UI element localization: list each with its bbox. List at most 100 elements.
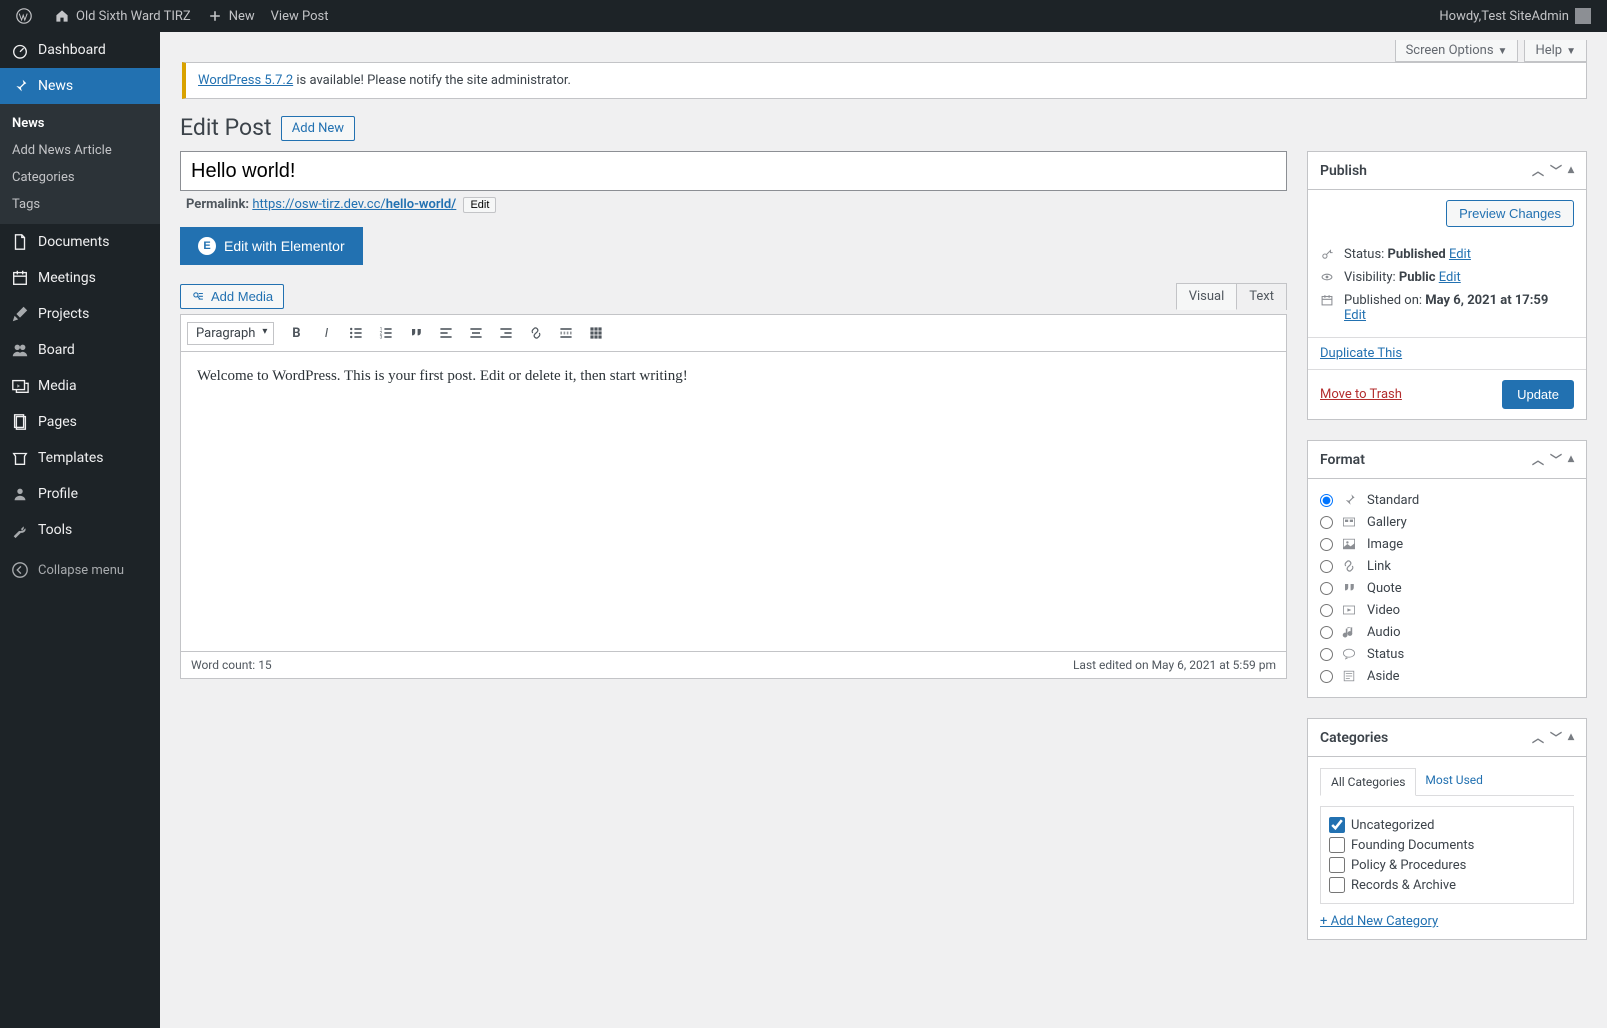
align-right-button[interactable] [492,319,520,347]
edit-with-elementor-button[interactable]: E Edit with Elementor [180,227,363,265]
update-link[interactable]: WordPress 5.7.2 [198,73,293,88]
site-name-link[interactable]: Old Sixth Ward TIRZ [46,0,199,32]
align-center-button[interactable] [462,319,490,347]
toolbar-toggle-button[interactable] [582,319,610,347]
add-media-button[interactable]: Add Media [180,284,284,309]
read-more-button[interactable] [552,319,580,347]
view-post-link[interactable]: View Post [263,0,337,32]
sidebar-item-meetings[interactable]: Meetings [0,260,160,296]
new-content-link[interactable]: New [199,0,263,32]
category-records-archive[interactable]: Records & Archive [1329,875,1565,895]
italic-button[interactable]: I [312,319,340,347]
sidebar-item-projects[interactable]: Projects [0,296,160,332]
format-metabox: Format ︿ ﹀ ▴ StandardGalleryImageLinkQuo… [1307,440,1587,698]
permalink-edit-button[interactable]: Edit [463,197,496,213]
sidebar-item-pages[interactable]: Pages [0,404,160,440]
collapse-menu[interactable]: Collapse menu [0,552,160,588]
sidebar-item-tools[interactable]: Tools [0,512,160,548]
sidebar-subitem-add-news-article[interactable]: Add News Article [0,137,160,164]
link-button[interactable] [522,319,550,347]
visibility-edit-link[interactable]: Edit [1439,270,1461,285]
permalink-row: Permalink: https://osw-tirz.dev.cc/hello… [186,197,1287,213]
categories-metabox: Categories ︿ ﹀ ▴ All Categories Most Use… [1307,718,1587,940]
sidebar-item-documents[interactable]: Documents [0,224,160,260]
date-edit-link[interactable]: Edit [1344,308,1366,323]
text-tab[interactable]: Text [1236,283,1287,310]
plus-icon [207,8,223,24]
format-option-audio[interactable]: Audio [1320,621,1574,643]
permalink-label: Permalink: [186,197,249,212]
sidebar-subitem-categories[interactable]: Categories [0,164,160,191]
sidebar-item-templates[interactable]: Templates [0,440,160,476]
category-policy-procedures[interactable]: Policy & Procedures [1329,855,1565,875]
howdy-prefix: Howdy, [1439,9,1481,24]
status-edit-link[interactable]: Edit [1449,247,1471,262]
format-option-image[interactable]: Image [1320,533,1574,555]
move-up-icon[interactable]: ︿ [1532,729,1544,746]
format-option-standard[interactable]: Standard [1320,489,1574,511]
toggle-panel-icon[interactable]: ▴ [1568,451,1574,468]
most-used-tab[interactable]: Most Used [1415,767,1493,795]
bullet-list-button[interactable] [342,319,370,347]
editor-body[interactable]: Welcome to WordPress. This is your first… [180,352,1287,652]
sidebar-item-dashboard[interactable]: Dashboard [0,32,160,68]
sidebar-subitem-news[interactable]: News [0,110,160,137]
audio-icon [1341,624,1359,640]
chevron-down-icon: ▼ [1566,46,1576,57]
format-option-link[interactable]: Link [1320,555,1574,577]
format-option-quote[interactable]: Quote [1320,577,1574,599]
bold-button[interactable]: B [282,319,310,347]
post-title-input[interactable] [180,151,1287,191]
status-icon [1341,646,1359,662]
category-uncategorized[interactable]: Uncategorized [1329,815,1565,835]
move-down-icon[interactable]: ﹀ [1550,162,1562,179]
numbered-list-button[interactable]: 123 [372,319,400,347]
blockquote-button[interactable] [402,319,430,347]
wrench-icon [10,520,30,540]
notice-text: is available! Please notify the site adm… [293,73,571,88]
format-option-status[interactable]: Status [1320,643,1574,665]
duplicate-link[interactable]: Duplicate This [1308,337,1586,369]
home-icon [54,8,70,24]
align-left-button[interactable] [432,319,460,347]
format-option-video[interactable]: Video [1320,599,1574,621]
preview-changes-button[interactable]: Preview Changes [1446,200,1574,227]
move-down-icon[interactable]: ﹀ [1550,729,1562,746]
update-button[interactable]: Update [1502,380,1574,409]
site-name-text: Old Sixth Ward TIRZ [76,9,191,24]
visual-tab[interactable]: Visual [1176,283,1238,310]
sidebar-item-media[interactable]: Media [0,368,160,404]
add-new-category-link[interactable]: + Add New Category [1320,914,1438,929]
sidebar-subitem-tags[interactable]: Tags [0,191,160,218]
pages-icon [10,412,30,432]
category-founding-documents[interactable]: Founding Documents [1329,835,1565,855]
move-up-icon[interactable]: ︿ [1532,451,1544,468]
permalink-link[interactable]: https://osw-tirz.dev.cc/hello-world/ [252,197,456,212]
howdy-account[interactable]: Howdy, Test SiteAdmin [1431,0,1599,32]
groups-icon [10,340,30,360]
format-option-aside[interactable]: Aside [1320,665,1574,687]
admin-bar: Old Sixth Ward TIRZ New View Post Howdy,… [0,0,1607,32]
eye-icon [1320,270,1336,284]
screen-options-button[interactable]: Screen Options▼ [1395,40,1519,62]
all-categories-tab[interactable]: All Categories [1320,768,1416,796]
update-notice: WordPress 5.7.2 is available! Please not… [182,62,1587,99]
help-button[interactable]: Help▼ [1524,40,1587,62]
elementor-icon: E [198,237,216,255]
admin-sidebar: DashboardNewsNewsAdd News ArticleCategor… [0,32,160,1028]
move-to-trash-link[interactable]: Move to Trash [1320,387,1402,402]
toggle-panel-icon[interactable]: ▴ [1568,162,1574,179]
wp-logo[interactable] [8,0,46,32]
move-down-icon[interactable]: ﹀ [1550,451,1562,468]
sidebar-item-news[interactable]: News [0,68,160,104]
collapse-icon [10,560,30,580]
document-icon [10,232,30,252]
add-new-button[interactable]: Add New [281,116,355,141]
format-option-gallery[interactable]: Gallery [1320,511,1574,533]
sidebar-item-profile[interactable]: Profile [0,476,160,512]
format-select[interactable]: Paragraph [187,322,274,345]
toggle-panel-icon[interactable]: ▴ [1568,729,1574,746]
sidebar-item-board[interactable]: Board [0,332,160,368]
move-up-icon[interactable]: ︿ [1532,162,1544,179]
link-icon [1341,558,1359,574]
